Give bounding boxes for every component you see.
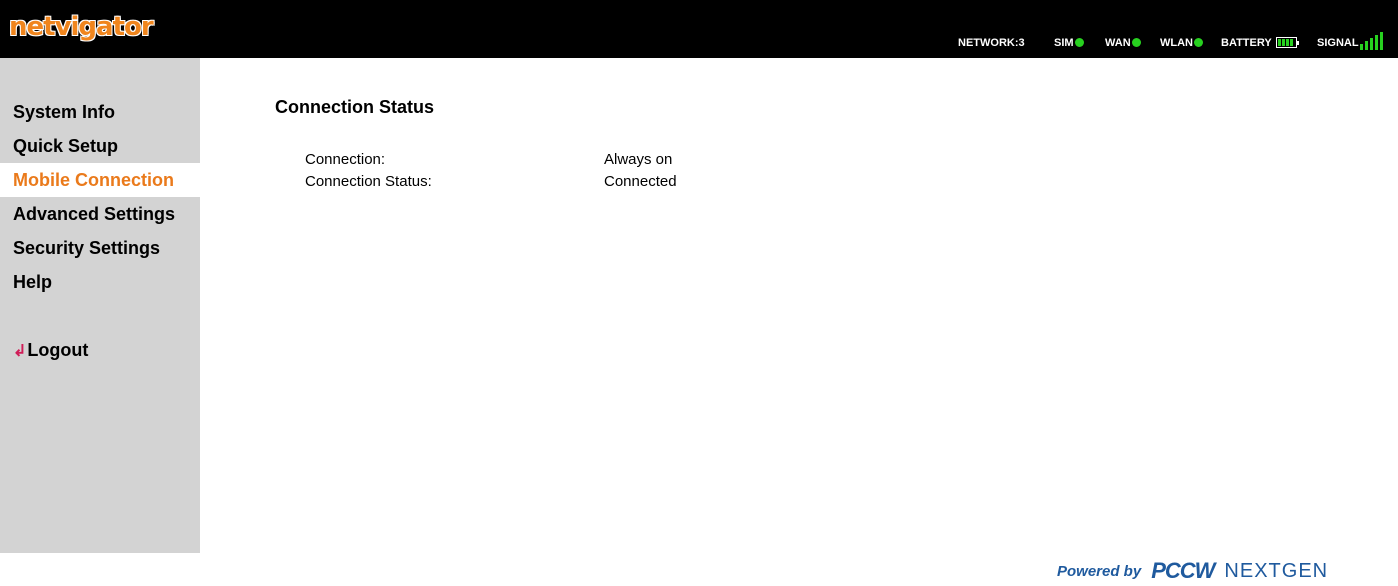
signal-label: SIGNAL bbox=[1317, 37, 1359, 49]
sidebar-item-help[interactable]: Help bbox=[0, 265, 200, 299]
network-indicator: NETWORK:3 bbox=[958, 30, 1025, 50]
connection-status-value: Connected bbox=[604, 173, 677, 190]
wlan-indicator: WLAN bbox=[1160, 30, 1203, 50]
battery-label: BATTERY bbox=[1221, 37, 1272, 49]
footer-branding: Powered by PCCW NEXTGEN bbox=[1057, 558, 1328, 584]
sidebar-nav: System Info Quick Setup Mobile Connectio… bbox=[0, 58, 200, 553]
wan-label: WAN bbox=[1105, 37, 1131, 49]
logout-link[interactable]: ↲Logout bbox=[0, 333, 200, 367]
sim-indicator: SIM bbox=[1054, 30, 1084, 50]
logout-label: Logout bbox=[27, 340, 89, 360]
sim-label: SIM bbox=[1054, 37, 1074, 49]
battery-indicator: BATTERY bbox=[1221, 30, 1299, 50]
sidebar-item-system-info[interactable]: System Info bbox=[0, 95, 200, 129]
connection-value: Always on bbox=[604, 151, 673, 168]
sidebar-item-security-settings[interactable]: Security Settings bbox=[0, 231, 200, 265]
page-title: Connection Status bbox=[275, 97, 435, 117]
top-bar: netvigator NETWORK:3 SIM WAN WLAN BATTER… bbox=[0, 0, 1398, 58]
signal-indicator: SIGNAL bbox=[1317, 30, 1383, 50]
nextgen-logo: NEXTGEN bbox=[1224, 559, 1329, 582]
powered-by-text: Powered by bbox=[1057, 562, 1142, 580]
netvigator-logo: netvigator bbox=[9, 12, 154, 42]
sidebar-item-quick-setup[interactable]: Quick Setup bbox=[0, 129, 200, 163]
sidebar-item-advanced-settings[interactable]: Advanced Settings bbox=[0, 197, 200, 231]
wan-indicator: WAN bbox=[1105, 30, 1141, 50]
signal-strength-icon bbox=[1359, 32, 1383, 50]
logout-arrow-icon: ↲ bbox=[13, 343, 27, 360]
battery-icon bbox=[1275, 37, 1299, 48]
pccw-logo: PCCW bbox=[1151, 558, 1215, 583]
connection-status-label: Connection Status: bbox=[305, 173, 432, 190]
sidebar-item-mobile-connection[interactable]: Mobile Connection bbox=[0, 163, 200, 197]
wlan-label: WLAN bbox=[1160, 37, 1193, 49]
connection-label: Connection: bbox=[305, 151, 386, 168]
network-label: NETWORK:3 bbox=[958, 37, 1025, 49]
wlan-status-led-icon bbox=[1194, 38, 1203, 47]
sim-status-led-icon bbox=[1074, 38, 1084, 47]
wan-status-led-icon bbox=[1131, 38, 1141, 47]
